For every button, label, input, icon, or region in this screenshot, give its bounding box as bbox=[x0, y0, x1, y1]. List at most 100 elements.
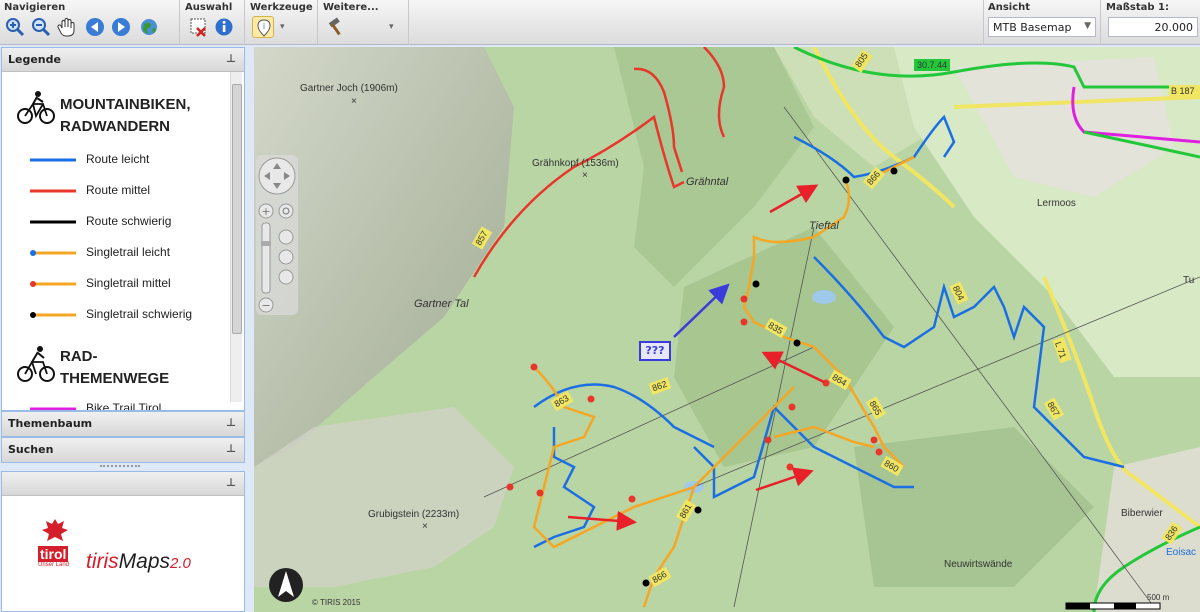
legend-swatch bbox=[30, 281, 76, 287]
select-group: Auswahl bbox=[181, 0, 245, 45]
identify-icon[interactable]: i bbox=[252, 16, 274, 38]
label-graehntal: Grähntal bbox=[686, 176, 729, 188]
more-group: Weitere... ▾ bbox=[319, 0, 409, 45]
label-graehnkopf: Grähnkopf (1536m) bbox=[532, 158, 619, 169]
question-annotation: ??? bbox=[639, 341, 671, 361]
scrollbar-thumb[interactable] bbox=[232, 84, 242, 334]
logo-header: ⊥ bbox=[2, 472, 244, 496]
themes-header[interactable]: Themenbaum ⊥ bbox=[2, 412, 244, 436]
select-label: Auswahl bbox=[185, 2, 233, 13]
globe-icon[interactable] bbox=[138, 16, 160, 38]
svg-text:−: − bbox=[261, 299, 270, 312]
tools-label: Werkzeuge bbox=[250, 2, 313, 13]
back-arrow-icon[interactable] bbox=[84, 16, 106, 38]
scale-input[interactable]: 20.000 bbox=[1108, 17, 1198, 37]
map-canvas[interactable]: × × × Gartner Joch (1906m) Grähnkopf (15… bbox=[254, 47, 1200, 612]
tirol-tagline: Unser Land bbox=[38, 562, 70, 568]
legend-item-label: Bike Trail Tirol bbox=[86, 401, 162, 410]
label-tu: Tu bbox=[1183, 275, 1195, 286]
label-lermoos: Lermoos bbox=[1037, 198, 1076, 209]
left-panel: Legende ⊥ MOUNTAINBIKEN, RADWANDERN Rout… bbox=[0, 47, 246, 612]
north-arrow bbox=[269, 568, 303, 602]
route-number: B 187 bbox=[1171, 86, 1195, 96]
legend-swatch bbox=[30, 158, 76, 162]
legend-item-label: Route schwierig bbox=[86, 214, 172, 228]
legend-section-mtb-line1: MOUNTAINBIKEN, bbox=[60, 96, 191, 113]
view-group: Ansicht MTB Basemap ▼ bbox=[983, 0, 1101, 45]
legend-item: Route schwierig bbox=[30, 212, 230, 232]
legend-item-label: Singletrail schwierig bbox=[86, 307, 193, 321]
more-dropdown-icon[interactable]: ▾ bbox=[389, 22, 394, 32]
product-name: Maps bbox=[118, 550, 171, 573]
toolbar: Navigieren Auswahl Werkzeuge i ▾ Weitere… bbox=[0, 0, 1200, 45]
nav-control-graphic: + − bbox=[258, 157, 296, 313]
scale-value: 20.000 bbox=[1154, 21, 1194, 34]
legend-scrollbar[interactable] bbox=[230, 72, 242, 402]
map-layer bbox=[254, 47, 1200, 612]
chevron-down-icon: ▼ bbox=[1084, 21, 1091, 31]
zoom-in-icon[interactable] bbox=[4, 16, 26, 38]
navigate-label: Navigieren bbox=[4, 2, 66, 13]
legend-section-themes-line2: THEMENWEGE bbox=[60, 370, 170, 387]
mountainbike-icon bbox=[17, 91, 55, 124]
legend-swatch bbox=[30, 189, 76, 193]
splitter-handle[interactable] bbox=[100, 465, 140, 469]
legend-section-themes-line1: RAD- bbox=[60, 348, 98, 365]
legend-item: Singletrail schwierig bbox=[30, 305, 230, 325]
svg-text:+: + bbox=[261, 205, 270, 218]
legend-item: Route leicht bbox=[30, 150, 230, 170]
legend-header[interactable]: Legende ⊥ bbox=[2, 48, 244, 72]
search-title: Suchen bbox=[8, 443, 54, 456]
search-header[interactable]: Suchen ⊥ bbox=[2, 438, 244, 462]
tools-group: Werkzeuge i ▾ bbox=[246, 0, 318, 45]
pin-icon[interactable]: ⊥ bbox=[226, 416, 236, 429]
basemap-select[interactable]: MTB Basemap ▼ bbox=[988, 17, 1096, 37]
tirol-eagle-logo: tirol Unser Land bbox=[38, 516, 72, 568]
info-icon[interactable] bbox=[213, 16, 235, 38]
legend-swatch bbox=[30, 250, 76, 256]
legend-section-themes: RAD- THEMENWEGE bbox=[60, 346, 169, 390]
lake bbox=[812, 290, 836, 304]
basemap-value: MTB Basemap bbox=[993, 21, 1072, 34]
legend-item: Singletrail mittel bbox=[30, 274, 230, 294]
scale-bar bbox=[1065, 602, 1161, 610]
svg-text:i: i bbox=[263, 22, 265, 31]
legend-item-label: Singletrail mittel bbox=[86, 276, 171, 290]
legend-item: Bike Trail Tirol bbox=[30, 399, 230, 410]
pin-icon[interactable]: ⊥ bbox=[226, 476, 236, 489]
scale-group: Maßstab 1: 20.000 bbox=[1102, 0, 1200, 45]
search-panel[interactable]: Suchen ⊥ bbox=[1, 437, 245, 463]
zoom-out-icon[interactable] bbox=[30, 16, 52, 38]
scale-label: Maßstab 1: bbox=[1106, 2, 1169, 13]
view-label: Ansicht bbox=[988, 2, 1031, 13]
navigate-group: Navigieren bbox=[0, 0, 180, 45]
legend-swatch bbox=[30, 312, 76, 318]
tirol-badge: tirol bbox=[38, 546, 69, 562]
pan-hand-icon[interactable] bbox=[56, 16, 78, 38]
label-biberwier: Biberwier bbox=[1121, 508, 1163, 519]
tiris-maps-logo: tirisMaps2.0 bbox=[86, 550, 191, 574]
peak-cross-icon: × bbox=[422, 521, 428, 532]
label-grubigstein: Grubigstein (2233m) bbox=[368, 509, 460, 520]
legend-panel: Legende ⊥ MOUNTAINBIKEN, RADWANDERN Rout… bbox=[1, 47, 245, 411]
map-nav-control: + − bbox=[256, 155, 298, 315]
legend-swatch bbox=[30, 220, 76, 224]
hammer-icon[interactable] bbox=[325, 16, 347, 38]
peak-cross-icon: × bbox=[351, 96, 357, 107]
legend-item-label: Route leicht bbox=[86, 152, 150, 166]
legend-content: MOUNTAINBIKEN, RADWANDERN Route leicht R… bbox=[2, 72, 244, 410]
label-eoisac: Eoisac bbox=[1166, 547, 1197, 558]
label-tieftal: Tieftal bbox=[809, 220, 839, 232]
themes-panel[interactable]: Themenbaum ⊥ bbox=[1, 411, 245, 437]
label-gartner-tal: Gartner Tal bbox=[414, 298, 469, 310]
label-gartner-joch: Gartner Joch (1906m) bbox=[300, 83, 398, 94]
tools-dropdown-icon[interactable]: ▾ bbox=[280, 22, 285, 32]
pin-icon[interactable]: ⊥ bbox=[226, 442, 236, 455]
legend-title: Legende bbox=[8, 53, 61, 66]
scale-bar-label: 500 m bbox=[1147, 593, 1170, 602]
legend-section-mtb: MOUNTAINBIKEN, RADWANDERN bbox=[60, 94, 191, 138]
copyright-label: © TIRIS 2015 bbox=[312, 598, 361, 607]
forward-arrow-icon[interactable] bbox=[110, 16, 132, 38]
clear-selection-icon[interactable] bbox=[187, 16, 209, 38]
pin-icon[interactable]: ⊥ bbox=[226, 52, 236, 65]
